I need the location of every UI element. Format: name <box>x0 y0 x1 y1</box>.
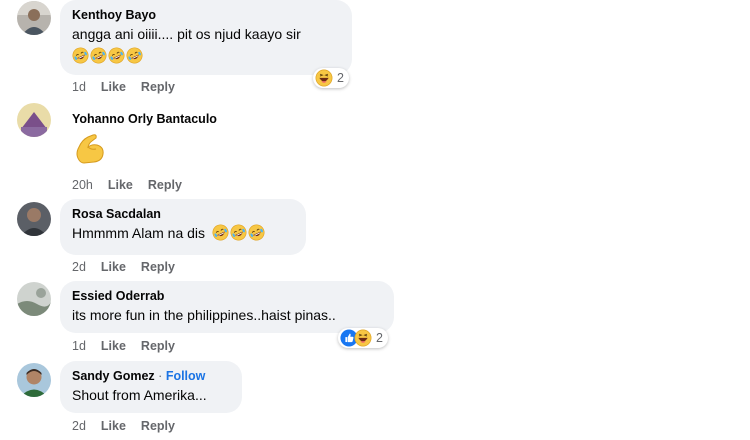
flexed-biceps-icon <box>76 134 104 164</box>
reply-button[interactable]: Reply <box>141 419 175 433</box>
reaction-summary[interactable]: 2 <box>338 328 388 348</box>
comment-actions: 2d Like Reply <box>72 419 190 433</box>
comment-actions: 20h Like Reply <box>72 178 197 192</box>
comment-author[interactable]: Kenthoy Bayo <box>72 7 340 23</box>
avatar[interactable] <box>17 202 51 236</box>
emoji-line <box>72 47 340 65</box>
comment-author[interactable]: Yohanno Orly Bantaculo <box>72 111 217 127</box>
rofl-emoji-icon <box>212 224 229 241</box>
flexed-biceps-emoji <box>72 130 108 171</box>
reply-button[interactable]: Reply <box>141 339 175 353</box>
like-button[interactable]: Like <box>101 419 126 433</box>
comment-author[interactable]: Rosa Sacdalan <box>72 206 294 222</box>
reaction-count: 2 <box>337 71 344 85</box>
comment-actions: 1d Like Reply <box>72 339 190 353</box>
avatar[interactable] <box>17 282 51 316</box>
avatar[interactable] <box>17 103 51 137</box>
reply-button[interactable]: Reply <box>141 80 175 94</box>
comment-text: its more fun in the philippines..haist p… <box>72 307 336 323</box>
comment-actions: 2d Like Reply <box>72 260 190 274</box>
follow-button[interactable]: Follow <box>166 369 206 383</box>
comment-author[interactable]: Essied Oderrab <box>72 288 382 304</box>
rofl-emoji-icon <box>90 47 107 64</box>
reply-button[interactable]: Reply <box>141 260 175 274</box>
timestamp[interactable]: 2d <box>72 419 86 433</box>
separator-dot: · <box>158 369 163 383</box>
laughing-reaction-icon <box>354 329 372 347</box>
comment-text: Shout from Amerika... <box>72 387 207 403</box>
timestamp[interactable]: 1d <box>72 339 86 353</box>
timestamp[interactable]: 1d <box>72 80 86 94</box>
comment-bubble: Rosa Sacdalan Hmmmm Alam na dis <box>60 199 306 255</box>
rofl-emoji-icon <box>248 224 265 241</box>
comment-text-content: Hmmmm Alam na dis <box>72 225 206 241</box>
comment-text: angga ani oiiii.... pit os njud kaayo si… <box>72 26 301 42</box>
like-button[interactable]: Like <box>101 80 126 94</box>
comment-bubble: Kenthoy Bayo angga ani oiiii.... pit os … <box>60 0 352 75</box>
timestamp[interactable]: 2d <box>72 260 86 274</box>
laughing-reaction-icon <box>315 69 333 87</box>
avatar[interactable] <box>17 1 51 35</box>
reaction-summary[interactable]: 2 <box>313 68 349 88</box>
reply-button[interactable]: Reply <box>148 178 182 192</box>
like-button[interactable]: Like <box>101 260 126 274</box>
reaction-count: 2 <box>376 331 383 345</box>
comment-actions: 1d Like Reply <box>72 80 190 94</box>
rofl-emoji-icon <box>230 224 247 241</box>
comment-bubble: Essied Oderrab its more fun in the phili… <box>60 281 394 333</box>
rofl-emoji-icon <box>108 47 125 64</box>
rofl-emoji-icon <box>126 47 143 64</box>
avatar[interactable] <box>17 363 51 397</box>
rofl-emoji-icon <box>72 47 89 64</box>
like-button[interactable]: Like <box>108 178 133 192</box>
timestamp[interactable]: 20h <box>72 178 93 192</box>
like-button[interactable]: Like <box>101 339 126 353</box>
comment-author[interactable]: Sandy Gomez <box>72 369 155 383</box>
comment-text: Hmmmm Alam na dis <box>72 224 294 243</box>
comment-bubble: Sandy Gomez · Follow Shout from Amerika.… <box>60 361 242 413</box>
comment-author-row: Sandy Gomez · Follow <box>72 368 230 384</box>
